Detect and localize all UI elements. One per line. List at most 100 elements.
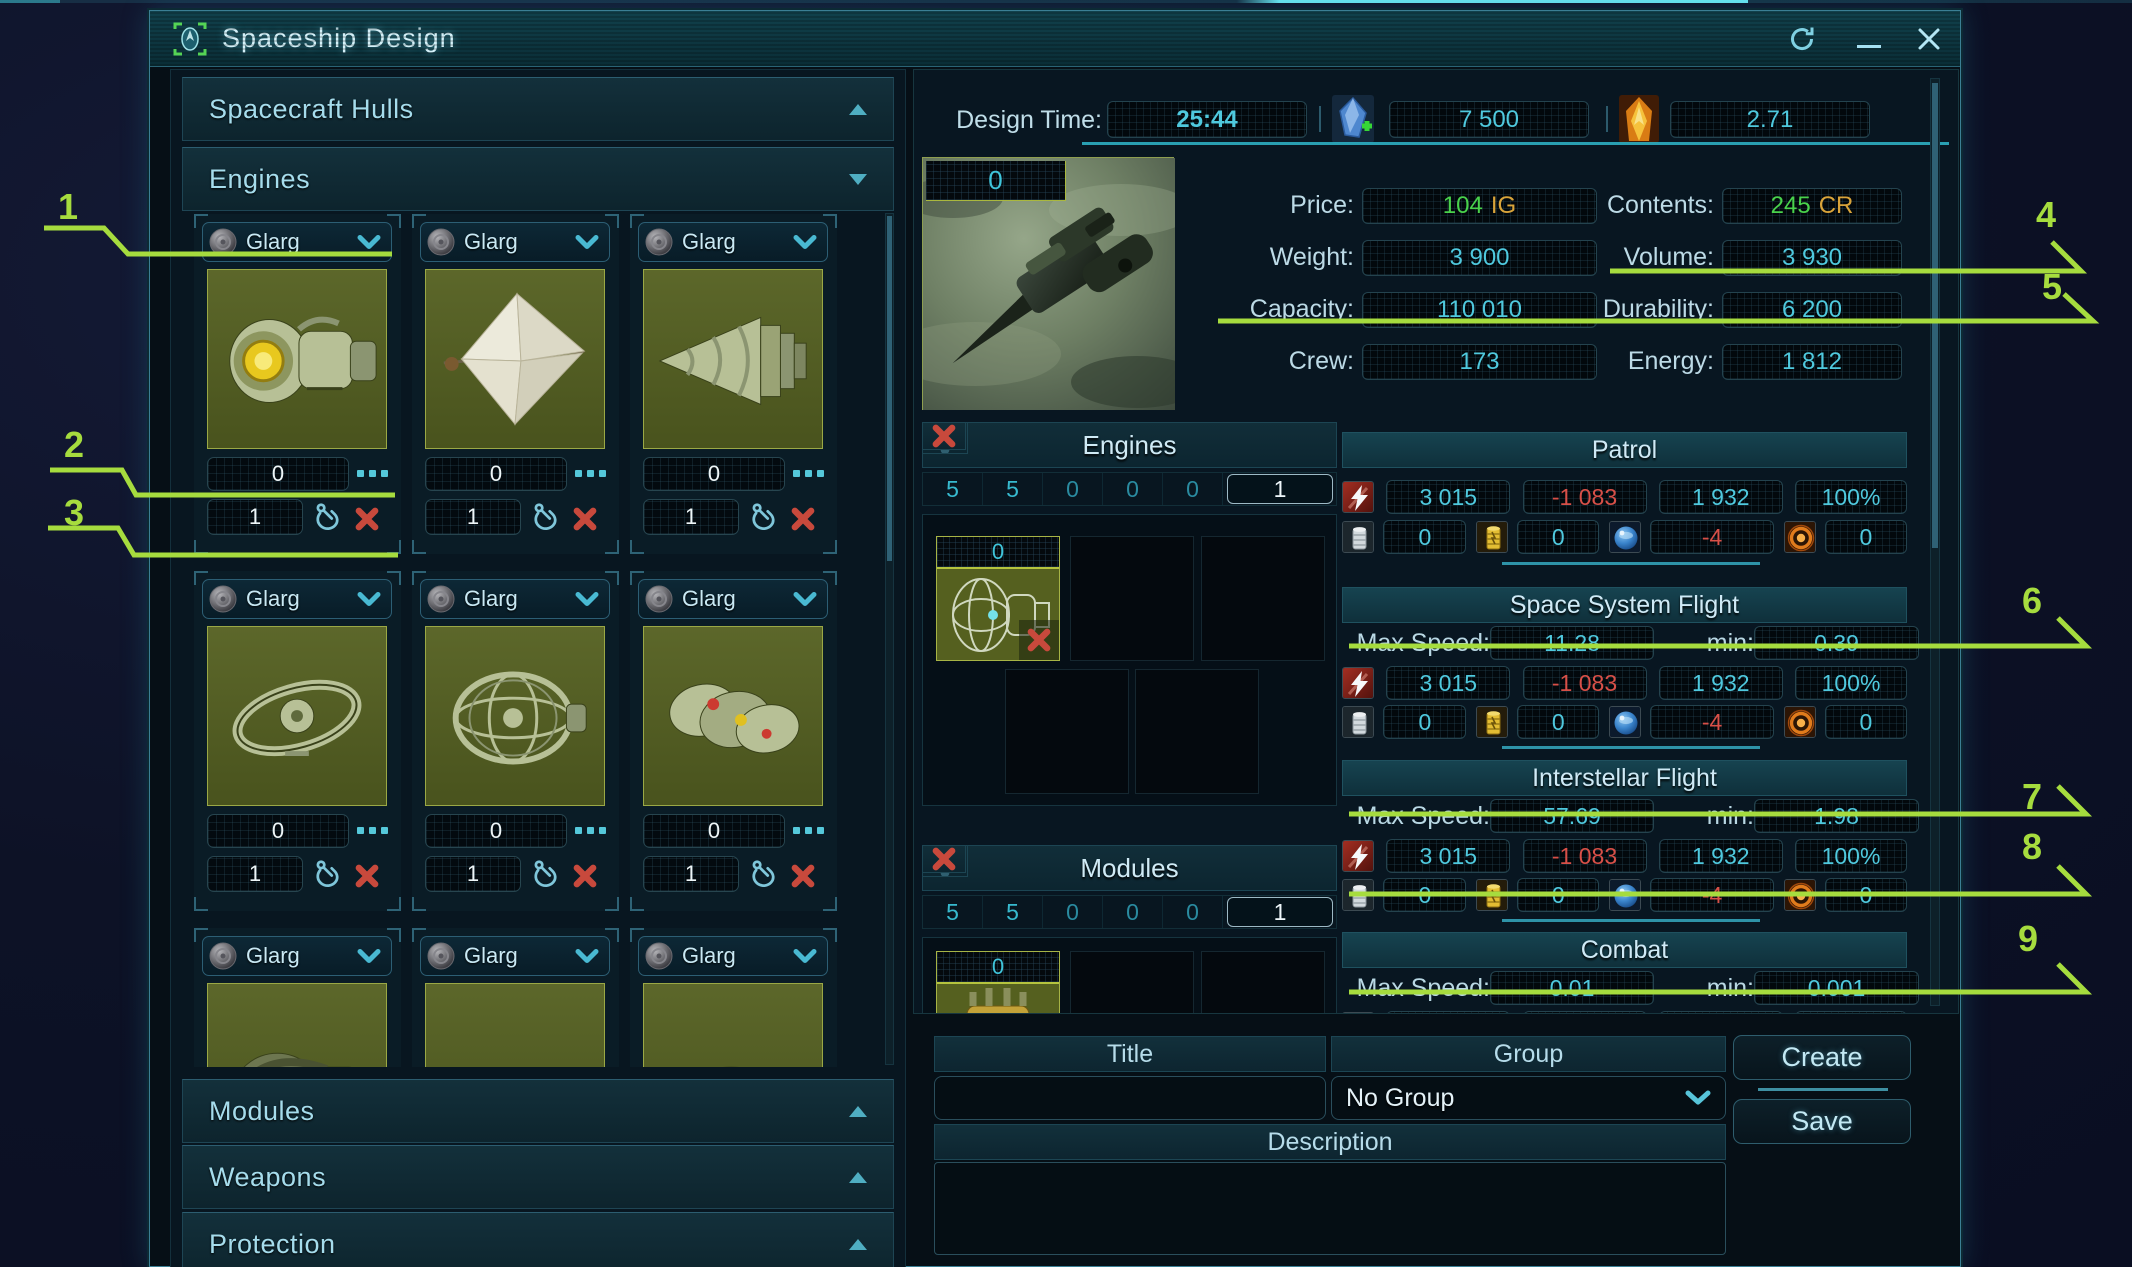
empty-slot[interactable] — [1070, 536, 1194, 661]
quantity-input[interactable]: 1 — [643, 499, 739, 535]
stock-input[interactable]: 0 — [425, 457, 567, 491]
minimize-button[interactable] — [1850, 21, 1888, 57]
engine-image[interactable] — [207, 269, 387, 449]
close-button[interactable] — [1910, 21, 1948, 57]
remove-engine-icon[interactable] — [352, 504, 382, 534]
quantity-input[interactable]: 1 — [643, 856, 739, 892]
selected-count-input[interactable]: 1 — [1227, 474, 1333, 504]
engine-image[interactable] — [425, 269, 605, 449]
engine-image[interactable] — [207, 626, 387, 806]
engine-type-dropdown[interactable]: Glarg — [638, 579, 828, 619]
stock-input[interactable]: 0 — [207, 457, 349, 491]
empty-slot[interactable] — [1201, 536, 1325, 661]
more-options-icon[interactable] — [357, 470, 388, 477]
accordion-weapons[interactable]: Weapons — [182, 1145, 894, 1209]
drag-hand-icon[interactable] — [746, 857, 782, 893]
stat-label: Contents: — [1524, 191, 1714, 220]
spaceship-design-window: Spaceship Design Spacecraft Hulls Engine… — [149, 10, 1961, 1267]
collapse-arrow-icon — [849, 1172, 867, 1183]
accordion-protection[interactable]: Protection — [182, 1212, 894, 1267]
group-dropdown[interactable]: No Group — [1331, 1076, 1726, 1120]
engine-type-dropdown[interactable]: Glarg — [638, 222, 828, 262]
background-accent-line — [0, 0, 2132, 3]
more-options-icon[interactable] — [575, 470, 606, 477]
engine-type-dropdown[interactable]: Glarg — [638, 936, 828, 976]
stock-input[interactable]: 0 — [643, 814, 785, 848]
remove-group-icon[interactable] — [922, 422, 966, 450]
more-options-icon[interactable] — [793, 827, 824, 834]
stock-input[interactable]: 0 — [425, 814, 567, 848]
engine-grid-scrollbar[interactable] — [885, 213, 894, 1065]
remove-engine-icon[interactable] — [352, 861, 382, 891]
remove-engine-icon[interactable] — [570, 504, 600, 534]
faction-emblem-icon — [645, 585, 673, 613]
remove-engine-icon[interactable] — [788, 861, 818, 891]
remove-slot-item-icon[interactable] — [1019, 620, 1059, 660]
quantity-input[interactable]: 1 — [425, 499, 521, 535]
perf-section-title: Patrol — [1342, 432, 1907, 468]
description-textarea[interactable] — [934, 1162, 1726, 1255]
resource-balance-row: 00-40 — [1342, 878, 1907, 912]
slot-counts-row: 550001 — [922, 895, 1337, 929]
engine-image[interactable] — [643, 983, 823, 1067]
quantity-input[interactable]: 1 — [425, 856, 521, 892]
title-input[interactable] — [934, 1076, 1326, 1120]
drag-hand-icon[interactable] — [528, 500, 564, 536]
energy-value: -1 083 — [1523, 839, 1647, 873]
engine-card: Glarg — [630, 928, 837, 1067]
accordion-label: Spacecraft Hulls — [209, 94, 849, 125]
create-button[interactable]: Create — [1733, 1035, 1911, 1080]
more-options-icon[interactable] — [357, 827, 388, 834]
engine-type-label: Glarg — [246, 943, 357, 969]
engine-type-label: Glarg — [464, 586, 575, 612]
engine-type-dropdown[interactable]: Glarg — [420, 936, 610, 976]
stat-unit: CR — [1819, 192, 1854, 220]
engine-image[interactable] — [643, 269, 823, 449]
accordion-engines[interactable]: Engines — [182, 147, 894, 211]
engine-type-dropdown[interactable]: Glarg — [202, 579, 392, 619]
empty-slot[interactable] — [1201, 951, 1325, 1014]
stock-input[interactable]: 0 — [643, 457, 785, 491]
design-scrollbar[interactable] — [1930, 78, 1940, 1006]
group-header: Group — [1331, 1036, 1726, 1072]
engine-type-dropdown[interactable]: Glarg — [202, 936, 392, 976]
filled-slot[interactable]: 0 — [936, 536, 1060, 661]
quantity-input[interactable]: 1 — [207, 856, 303, 892]
drag-hand-icon[interactable] — [528, 857, 564, 893]
engine-image[interactable] — [643, 626, 823, 806]
resource-value: 0 — [1517, 878, 1599, 912]
engine-type-dropdown[interactable]: Glarg — [202, 222, 392, 262]
selected-count-input[interactable]: 1 — [1227, 897, 1333, 927]
drag-hand-icon[interactable] — [746, 500, 782, 536]
design-main-area: Design Time: 25:44 7 500 — [913, 69, 1959, 1014]
empty-slot[interactable] — [1005, 669, 1129, 794]
remove-engine-icon[interactable] — [788, 504, 818, 534]
empty-slot[interactable] — [1135, 669, 1259, 794]
stat-unit: IG — [1491, 192, 1516, 220]
drag-hand-icon[interactable] — [310, 857, 346, 893]
engine-type-dropdown[interactable]: Glarg — [420, 579, 610, 619]
max-speed-row: Max Speed:11.28min:0.39 — [1342, 626, 1907, 660]
filled-slot[interactable]: 0 — [936, 951, 1060, 1014]
scrollbar-thumb[interactable] — [1932, 83, 1938, 548]
accordion-modules[interactable]: Modules — [182, 1079, 894, 1143]
remove-engine-icon[interactable] — [570, 861, 600, 891]
save-button[interactable]: Save — [1733, 1099, 1911, 1144]
engine-type-dropdown[interactable]: Glarg — [420, 222, 610, 262]
more-options-icon[interactable] — [793, 470, 824, 477]
energy-value: 1 912 — [1659, 1011, 1783, 1014]
accordion-spacecraft-hulls[interactable]: Spacecraft Hulls — [182, 77, 894, 141]
more-options-icon[interactable] — [575, 827, 606, 834]
remove-group-icon[interactable] — [922, 845, 966, 873]
engine-image[interactable] — [207, 983, 387, 1067]
drag-hand-icon[interactable] — [310, 500, 346, 536]
thruster-ring-icon — [1784, 706, 1816, 738]
stock-input[interactable]: 0 — [207, 814, 349, 848]
scrollbar-thumb[interactable] — [887, 216, 892, 561]
engine-image[interactable] — [425, 983, 605, 1067]
slot-group-title: Engines — [922, 422, 1337, 468]
refresh-button[interactable] — [1783, 21, 1821, 57]
engine-image[interactable] — [425, 626, 605, 806]
empty-slot[interactable] — [1070, 951, 1194, 1014]
quantity-input[interactable]: 1 — [207, 499, 303, 535]
